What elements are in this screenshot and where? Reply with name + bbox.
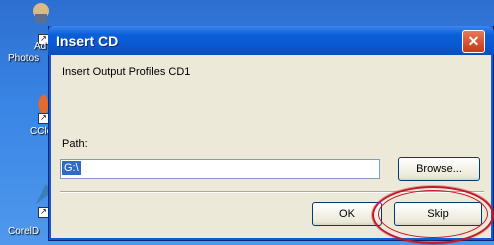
close-icon: ✕ <box>467 33 480 49</box>
browse-button[interactable]: Browse... <box>398 157 480 181</box>
desktop-icon-label: Ad <box>34 41 47 52</box>
dialog-message: Insert Output Profiles CD1 <box>62 66 191 78</box>
desktop-icon-label: Photos <box>8 53 40 64</box>
path-input[interactable] <box>60 159 380 179</box>
highlight-annotation <box>378 190 488 238</box>
path-input-value: G:\ <box>62 161 81 175</box>
dialog-title: Insert CD <box>56 33 119 49</box>
desktop-icon-photoshop[interactable] <box>30 2 52 24</box>
path-label: Path: <box>62 138 88 150</box>
photoshop-icon <box>33 3 49 23</box>
desktop-icon-label: CorelD <box>8 226 40 237</box>
close-button[interactable]: ✕ <box>462 30 485 53</box>
